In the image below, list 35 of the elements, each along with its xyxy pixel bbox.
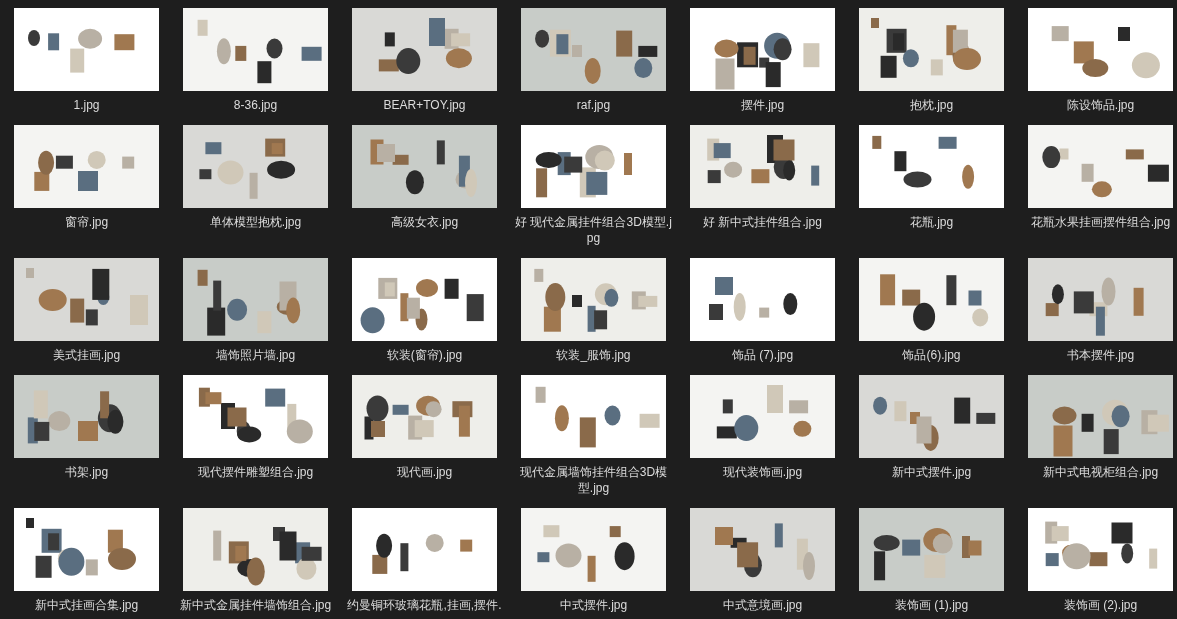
file-name[interactable]: 现代装饰画.jpg (683, 464, 842, 480)
file-name[interactable]: 好 新中式挂件组合.jpg (683, 214, 842, 230)
file-name[interactable]: 中式摆件.jpg (514, 597, 673, 613)
file-name[interactable]: 饰品 (7).jpg (683, 347, 842, 363)
file-name[interactable]: 现代摆件雕塑组合.jpg (176, 464, 335, 480)
file-name[interactable]: 装饰画 (1).jpg (852, 597, 1011, 613)
file-name[interactable]: 美式挂画.jpg (7, 347, 166, 363)
file-name[interactable]: 高级女衣.jpg (345, 214, 504, 230)
file-name[interactable]: raf.jpg (514, 97, 673, 113)
file-name[interactable]: 新中式挂画合集.jpg (7, 597, 166, 613)
file-name[interactable]: 摆件.jpg (683, 97, 842, 113)
file-name[interactable]: 好 现代金属挂件组合3D模型.jpg (514, 214, 673, 246)
file-name[interactable]: 书架.jpg (7, 464, 166, 480)
file-name[interactable]: 1.jpg (7, 97, 166, 113)
file-name[interactable]: 花瓶水果挂画摆件组合.jpg (1021, 214, 1177, 230)
file-name[interactable]: 单体模型抱枕.jpg (176, 214, 335, 230)
file-name[interactable]: 现代画.jpg (345, 464, 504, 480)
file-name[interactable]: 装饰画 (2).jpg (1021, 597, 1177, 613)
file-name[interactable]: 陈设饰品.jpg (1021, 97, 1177, 113)
file-name[interactable]: 中式意境画.jpg (683, 597, 842, 613)
file-name[interactable]: 软装_服饰.jpg (514, 347, 673, 363)
file-name[interactable]: 新中式摆件.jpg (852, 464, 1011, 480)
file-name[interactable]: 抱枕.jpg (852, 97, 1011, 113)
file-name[interactable]: 书本摆件.jpg (1021, 347, 1177, 363)
file-name[interactable]: 花瓶.jpg (852, 214, 1011, 230)
file-name[interactable]: 现代金属墙饰挂件组合3D模型.jpg (514, 464, 673, 496)
file-name[interactable]: 软装(窗帘).jpg (345, 347, 504, 363)
file-name[interactable]: 墙饰照片墙.jpg (176, 347, 335, 363)
file-name[interactable]: 新中式电视柜组合.jpg (1021, 464, 1177, 480)
file-name[interactable]: 饰品(6).jpg (852, 347, 1011, 363)
file-name[interactable]: BEAR+TOY.jpg (345, 97, 504, 113)
file-name[interactable]: 8-36.jpg (176, 97, 335, 113)
file-name[interactable]: 窗帘.jpg (7, 214, 166, 230)
file-name[interactable]: 新中式金属挂件墙饰组合.jpg (176, 597, 335, 613)
file-name[interactable]: 约曼铜环玻璃花瓶,挂画,摆件. (345, 597, 504, 613)
